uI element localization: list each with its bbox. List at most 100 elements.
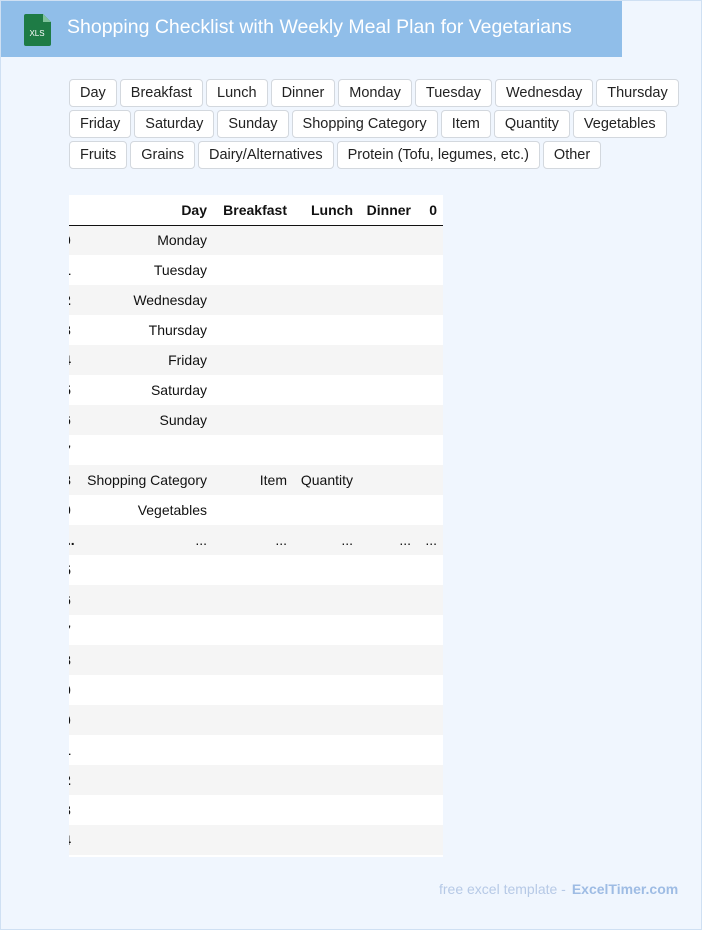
table-cell xyxy=(359,495,417,525)
table-cell xyxy=(417,375,443,405)
page: XLS Shopping Checklist with Weekly Meal … xyxy=(0,0,702,930)
table-cell xyxy=(213,255,293,285)
table-cell xyxy=(293,225,359,255)
chip-button[interactable]: Tuesday xyxy=(414,79,492,107)
table-cell xyxy=(81,435,213,465)
table-cell: Item xyxy=(213,465,293,495)
table-cell xyxy=(213,285,293,315)
chip-button[interactable]: Sunday xyxy=(217,110,289,138)
table-cell xyxy=(359,735,417,765)
table-cell xyxy=(359,285,417,315)
table-cell xyxy=(213,315,293,345)
table-cell xyxy=(293,285,359,315)
row-index: 7 xyxy=(69,615,81,645)
row-index: 9 xyxy=(69,495,81,525)
table-row: 9Vegetables xyxy=(69,495,443,525)
chip-button[interactable]: Saturday xyxy=(134,110,215,138)
table-row: 3 xyxy=(69,795,443,825)
table-row: 5Saturday xyxy=(69,375,443,405)
table-row: 0 xyxy=(69,705,443,735)
table-cell xyxy=(81,555,213,585)
table-cell xyxy=(359,375,417,405)
row-index: 5 xyxy=(69,375,81,405)
chip-button[interactable]: Vegetables xyxy=(572,110,667,138)
table-row: 8Shopping CategoryItemQuantity xyxy=(69,465,443,495)
table-cell xyxy=(213,645,293,675)
table-cell xyxy=(417,435,443,465)
table-cell: ... xyxy=(359,525,417,555)
column-header: Breakfast xyxy=(213,195,293,226)
table-cell xyxy=(417,315,443,345)
table-cell xyxy=(213,765,293,795)
footer-brand-link[interactable]: ExcelTimer.com xyxy=(572,881,678,897)
table-cell xyxy=(359,555,417,585)
row-index: 1 xyxy=(69,255,81,285)
row-index: 2 xyxy=(69,285,81,315)
table-cell xyxy=(213,735,293,765)
table-cell xyxy=(359,645,417,675)
table-cell xyxy=(213,825,293,855)
table-row: 9 xyxy=(69,675,443,705)
table-cell xyxy=(359,705,417,735)
footer-text: free excel template - xyxy=(439,881,566,897)
row-index: ... xyxy=(69,525,81,555)
chip-button[interactable]: Thursday xyxy=(596,79,679,107)
table-cell xyxy=(81,675,213,705)
chip-button[interactable]: Shopping Category xyxy=(291,110,438,138)
footer: free excel template - ExcelTimer.com xyxy=(439,881,678,897)
table-cell xyxy=(293,675,359,705)
table-cell xyxy=(213,495,293,525)
table-cell xyxy=(417,405,443,435)
data-table-container: DayBreakfastLunchDinner0 0Monday1Tuesday… xyxy=(69,195,443,857)
table-cell xyxy=(293,375,359,405)
table-cell xyxy=(81,765,213,795)
table-cell xyxy=(359,225,417,255)
table-row: 6 xyxy=(69,585,443,615)
chip-button[interactable]: Lunch xyxy=(206,79,268,107)
table-row: 2 xyxy=(69,765,443,795)
chip-button[interactable]: Wednesday xyxy=(494,79,594,107)
column-header: Day xyxy=(81,195,213,226)
chip-button[interactable]: Grains xyxy=(130,141,195,169)
chip-button[interactable]: Other xyxy=(542,141,602,169)
table-cell xyxy=(81,615,213,645)
page-title: Shopping Checklist with Weekly Meal Plan… xyxy=(67,16,572,38)
table-cell xyxy=(417,465,443,495)
table-cell: Quantity xyxy=(293,465,359,495)
chip-button[interactable]: Dinner xyxy=(270,79,336,107)
column-header: Lunch xyxy=(293,195,359,226)
column-header xyxy=(69,195,81,226)
chip-button[interactable]: Item xyxy=(440,110,491,138)
table-cell xyxy=(417,765,443,795)
chip-button[interactable]: Protein (Tofu, legumes, etc.) xyxy=(336,141,540,169)
chip-button[interactable]: Fruits xyxy=(69,141,128,169)
chip-button[interactable]: Friday xyxy=(69,110,132,138)
column-header: Dinner xyxy=(359,195,417,226)
table-cell xyxy=(417,285,443,315)
table-cell xyxy=(359,435,417,465)
table-cell: Thursday xyxy=(81,315,213,345)
table-cell xyxy=(359,615,417,645)
table-cell xyxy=(359,465,417,495)
table-cell xyxy=(293,405,359,435)
table-row: 8 xyxy=(69,645,443,675)
table-cell xyxy=(417,255,443,285)
chip-button[interactable]: Breakfast xyxy=(119,79,204,107)
table-cell xyxy=(417,345,443,375)
table-cell xyxy=(293,255,359,285)
table-cell xyxy=(417,705,443,735)
table-row: 3Thursday xyxy=(69,315,443,345)
table-cell xyxy=(359,795,417,825)
chip-button[interactable]: Quantity xyxy=(493,110,570,138)
row-index: 2 xyxy=(69,765,81,795)
table-cell xyxy=(417,675,443,705)
row-index: 8 xyxy=(69,465,81,495)
table-cell xyxy=(293,825,359,855)
chip-button[interactable]: Dairy/Alternatives xyxy=(197,141,334,169)
chip-button[interactable]: Monday xyxy=(338,79,412,107)
row-index: 3 xyxy=(69,315,81,345)
row-index: 1 xyxy=(69,735,81,765)
chip-button[interactable]: Day xyxy=(69,79,117,107)
table-cell xyxy=(359,315,417,345)
column-chips: Day Breakfast Lunch Dinner Monday Tuesday Wedn… xyxy=(69,79,689,169)
